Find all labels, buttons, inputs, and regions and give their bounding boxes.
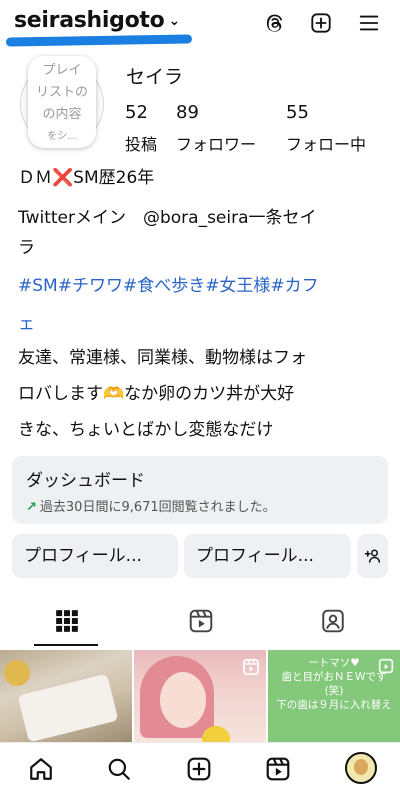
bio-text: なか卵のカツ丼が大好 [124,384,295,404]
profile-icon[interactable] [345,752,377,784]
highlight-underline [5,34,193,47]
bio-line: 友達、常連様、同業様、動物様はフォ [18,348,307,368]
account-switcher[interactable]: seirashigoto ⌄ [14,8,180,33]
heart-hands-icon: 🫶 [103,384,125,404]
threads-icon[interactable] [262,10,288,36]
note-bubble[interactable]: プレイ リストの の内容 をシ... [28,56,96,148]
display-name: セイラ [126,66,184,88]
post-thumbnail[interactable] [0,650,132,742]
following-label[interactable]: フォロー中 [286,131,366,155]
posts-label[interactable]: 投稿 [125,131,157,155]
dashboard-subtitle: ↗ 過去30日間に9,671回閲覧されました。 [26,496,276,515]
bio-text: ロバします [18,384,103,404]
bio-text: ＤＭ [18,168,52,188]
bottom-navigation [0,742,400,801]
bio-line: ＤＭ❌SM歴26年 [18,162,154,194]
post-thumbnail[interactable] [134,650,266,742]
discover-people-button[interactable] [357,534,388,578]
tagged-icon[interactable] [320,608,346,634]
trend-arrow-icon: ↗ [26,500,37,515]
bio-line: Twitterメイン @bora_seira一条セイ [18,208,317,228]
plus-square-icon[interactable] [308,10,334,36]
username: seirashigoto [14,8,165,33]
followers-label[interactable]: フォロワー [176,131,256,155]
chevron-down-icon: ⌄ [168,13,180,29]
hashtags[interactable]: #SM#チワワ#食べ歩き#女王様#カフ [18,270,319,302]
post-caption-line: 下の歯は９月に入れ替え [276,699,392,711]
note-line: をシ... [47,131,77,142]
add-user-icon [364,549,380,563]
dashboard-subtitle-text: 過去30日間に9,671回閲覧されました。 [39,500,276,515]
edit-profile-button[interactable]: プロフィール... [12,534,178,578]
bio-line: きな、ちょいとばかし変態なだけ [18,420,274,440]
following-count[interactable]: 55 [286,102,309,123]
hashtags[interactable]: ェ [18,308,35,340]
bio-text: SM歴26年 [73,168,155,188]
top-bar: seirashigoto ⌄ [0,0,400,52]
note-line: リストの [35,85,88,100]
menu-icon[interactable] [356,10,382,36]
dashboard-title: ダッシュボード [26,471,145,491]
share-profile-button[interactable]: プロフィール... [184,534,351,578]
bio-line: ラ [18,238,35,258]
reels-icon[interactable] [265,756,293,784]
post-caption-line: (笑) [324,685,344,697]
cross-mark-icon: ❌ [52,168,74,188]
grid-icon[interactable] [54,608,80,634]
followers-count[interactable]: 89 [176,102,199,123]
reels-tab-icon[interactable] [188,608,214,634]
note-line: の内容 [42,107,82,122]
post-thumbnail[interactable]: ートマソ♥ 歯と目がおＮＥＷです (笑) 下の歯は９月に入れ替え [268,650,400,742]
note-line: プレイ [42,63,82,78]
reel-icon [242,658,260,676]
posts-count[interactable]: 52 [125,102,148,123]
search-icon[interactable] [106,756,134,784]
bio-line: ロバします🫶なか卵のカツ丼が大好 [18,378,294,410]
active-tab-indicator [34,644,98,646]
create-icon[interactable] [186,756,214,784]
home-icon[interactable] [28,756,56,784]
professional-dashboard[interactable]: ダッシュボード ↗ 過去30日間に9,671回閲覧されました。 [12,456,388,524]
reel-icon [378,658,394,674]
